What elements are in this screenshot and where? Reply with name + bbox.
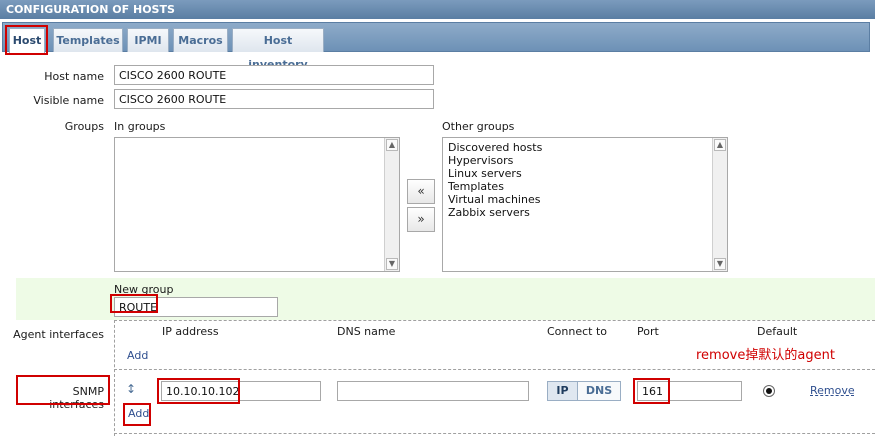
list-item[interactable]: Hypervisors [443, 154, 727, 167]
column-ip-address: IP address [162, 325, 219, 338]
host-name-input[interactable] [114, 65, 434, 85]
in-groups-scrollbar[interactable]: ▲ ▼ [384, 138, 399, 271]
divider [114, 320, 875, 321]
other-groups-listbox[interactable]: Discovered hosts Hypervisors Linux serve… [442, 137, 728, 272]
tab-ipmi[interactable]: IPMI [127, 28, 169, 52]
move-right-button[interactable]: » [407, 207, 435, 232]
column-port: Port [637, 325, 659, 338]
page-title: CONFIGURATION OF HOSTS [0, 0, 875, 19]
list-item[interactable]: Discovered hosts [443, 141, 727, 154]
list-item[interactable]: Linux servers [443, 167, 727, 180]
connect-ip-button[interactable]: IP [547, 381, 578, 401]
snmp-ip-input[interactable] [161, 381, 321, 401]
in-groups-label: In groups [114, 120, 166, 133]
list-item[interactable]: Templates [443, 180, 727, 193]
move-left-button[interactable]: « [407, 179, 435, 204]
tab-host-inventory[interactable]: Host inventory [232, 28, 324, 71]
snmp-add-link[interactable]: Add [128, 407, 149, 420]
visible-name-input[interactable] [114, 89, 434, 109]
tab-templates[interactable]: Templates [53, 28, 123, 52]
new-group-input[interactable] [114, 297, 278, 317]
snmp-port-input[interactable] [637, 381, 742, 401]
annotation-text: remove掉默认的agent [696, 348, 835, 363]
scroll-up-icon[interactable]: ▲ [386, 139, 398, 151]
updown-arrow-icon[interactable]: ↕ [126, 382, 136, 396]
visible-name-label: Visible name [33, 94, 104, 107]
scroll-down-icon[interactable]: ▼ [386, 258, 398, 270]
other-groups-scrollbar[interactable]: ▲ ▼ [712, 138, 727, 271]
tab-bar: Host Templates IPMI Macros Host inventor… [2, 22, 870, 71]
column-connect-to: Connect to [547, 325, 608, 338]
in-groups-listbox[interactable]: ▲ ▼ [114, 137, 400, 272]
divider [114, 369, 875, 370]
tab-host[interactable]: Host [9, 28, 45, 54]
tab-macros[interactable]: Macros [173, 28, 228, 52]
agent-interfaces-label: Agent interfaces [13, 328, 104, 341]
connect-dns-button[interactable]: DNS [578, 381, 621, 401]
scroll-up-icon[interactable]: ▲ [714, 139, 726, 151]
snmp-dns-input[interactable] [337, 381, 529, 401]
column-dns-name: DNS name [337, 325, 396, 338]
snmp-interfaces-label: SNMP interfaces [49, 385, 104, 411]
list-item[interactable]: Zabbix servers [443, 206, 727, 219]
column-default: Default [757, 325, 798, 338]
new-group-label: New group [114, 283, 174, 296]
divider [114, 433, 875, 434]
divider [114, 320, 115, 436]
host-name-label: Host name [44, 70, 104, 83]
other-groups-label: Other groups [442, 120, 515, 133]
agent-add-link[interactable]: Add [127, 349, 148, 362]
remove-link[interactable]: Remove [810, 384, 855, 397]
default-radio[interactable] [763, 385, 775, 397]
groups-label: Groups [64, 120, 104, 133]
list-item[interactable]: Virtual machines [443, 193, 727, 206]
scroll-down-icon[interactable]: ▼ [714, 258, 726, 270]
